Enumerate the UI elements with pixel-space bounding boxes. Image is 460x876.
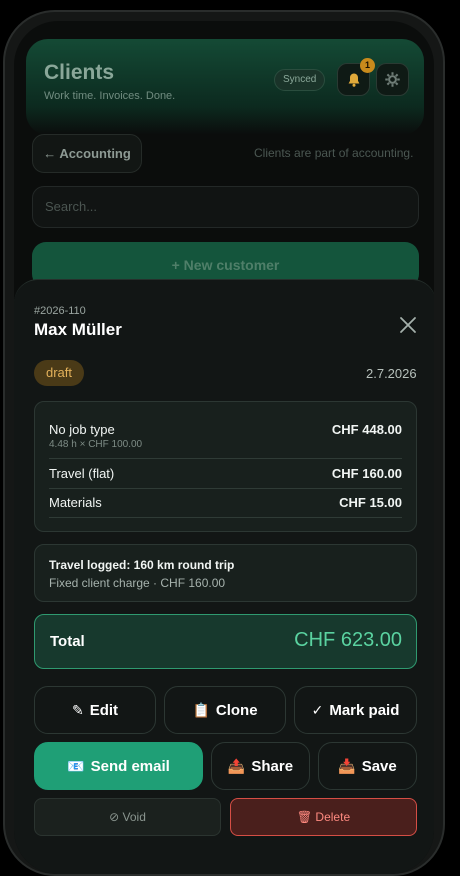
checkmark-icon: ✓	[311, 702, 324, 718]
screen: Clients Work time. Invoices. Done. Synce…	[14, 21, 434, 874]
status-badge: draft	[34, 360, 85, 386]
clone-button[interactable]: 📋 Clone	[164, 686, 286, 734]
total-label: Total	[50, 633, 85, 650]
save-button-label: Save	[361, 757, 397, 775]
line-item-amount: CHF 448.00	[331, 422, 402, 437]
invoice-number: #2026-110	[34, 305, 86, 317]
invoice-lines: No job type CHF 448.00 4.48 h × CHF 100.…	[34, 401, 417, 532]
divider	[49, 458, 402, 459]
line-item-amount: CHF 15.00	[339, 495, 402, 510]
edit-button-label: Edit	[89, 701, 119, 719]
inbox-icon: 📥	[338, 758, 356, 774]
clipboard-icon: 📋	[192, 702, 210, 718]
line-item-detail: 4.48 h × CHF 100.00	[49, 439, 143, 450]
client-name: Max Müller	[34, 320, 122, 339]
edit-button[interactable]: ✎ Edit	[34, 686, 156, 734]
divider	[49, 488, 402, 489]
travel-note-card: Travel logged: 160 km round trip Fixed c…	[34, 544, 417, 602]
search-input[interactable]: Search...	[32, 186, 419, 228]
travel-note-subtitle: Fixed client charge · CHF 160.00	[49, 576, 226, 590]
save-button[interactable]: 📥 Save	[318, 742, 417, 790]
line-item-label: Travel (flat)	[49, 466, 115, 481]
delete-button[interactable]: 🗑 Delete	[230, 798, 417, 836]
outbox-icon: 📤	[227, 758, 246, 774]
send-email-button-label: Send email	[90, 757, 170, 775]
total-card: Total CHF 623.00	[34, 614, 417, 669]
divider	[49, 517, 402, 518]
line-item-label: Materials	[49, 495, 102, 510]
clone-button-label: Clone	[215, 701, 258, 719]
phone-frame: Clients Work time. Invoices. Done. Synce…	[3, 10, 445, 876]
pencil-icon: ✎	[71, 702, 84, 718]
invoice-date: 2.7.2026	[366, 366, 417, 381]
bell-icon	[348, 73, 359, 87]
share-button[interactable]: 📤 Share	[211, 742, 310, 790]
mark-paid-button[interactable]: ✓ Mark paid	[294, 686, 417, 734]
mark-paid-button-label: Mark paid	[329, 701, 400, 719]
page-subtitle: Work time. Invoices. Done.	[44, 90, 176, 102]
close-icon[interactable]	[398, 315, 418, 335]
share-button-label: Share	[251, 757, 294, 775]
notifications-button[interactable]: 1	[337, 58, 375, 96]
email-icon: 📧	[67, 758, 85, 774]
line-item-amount: CHF 160.00	[331, 466, 402, 481]
back-to-accounting-button[interactable]: ← Accounting	[32, 134, 142, 173]
settings-button[interactable]	[376, 63, 409, 96]
travel-note-title: Travel logged: 160 km round trip	[49, 558, 235, 572]
line-item-label: No job type	[49, 422, 115, 437]
void-button[interactable]: ⊘ Void	[34, 798, 221, 836]
accounting-note: Clients are part of accounting.	[254, 146, 414, 160]
gear-icon	[385, 72, 400, 87]
sync-status-badge: Synced	[274, 69, 326, 91]
total-amount: CHF 623.00	[294, 629, 402, 651]
notification-count-badge: 1	[360, 58, 375, 73]
invoice-sheet: #2026-110 Max Müller draft 2.7.2026 No j…	[14, 279, 434, 874]
send-email-button[interactable]: 📧 Send email	[34, 742, 203, 790]
page-title: Clients	[44, 61, 115, 84]
